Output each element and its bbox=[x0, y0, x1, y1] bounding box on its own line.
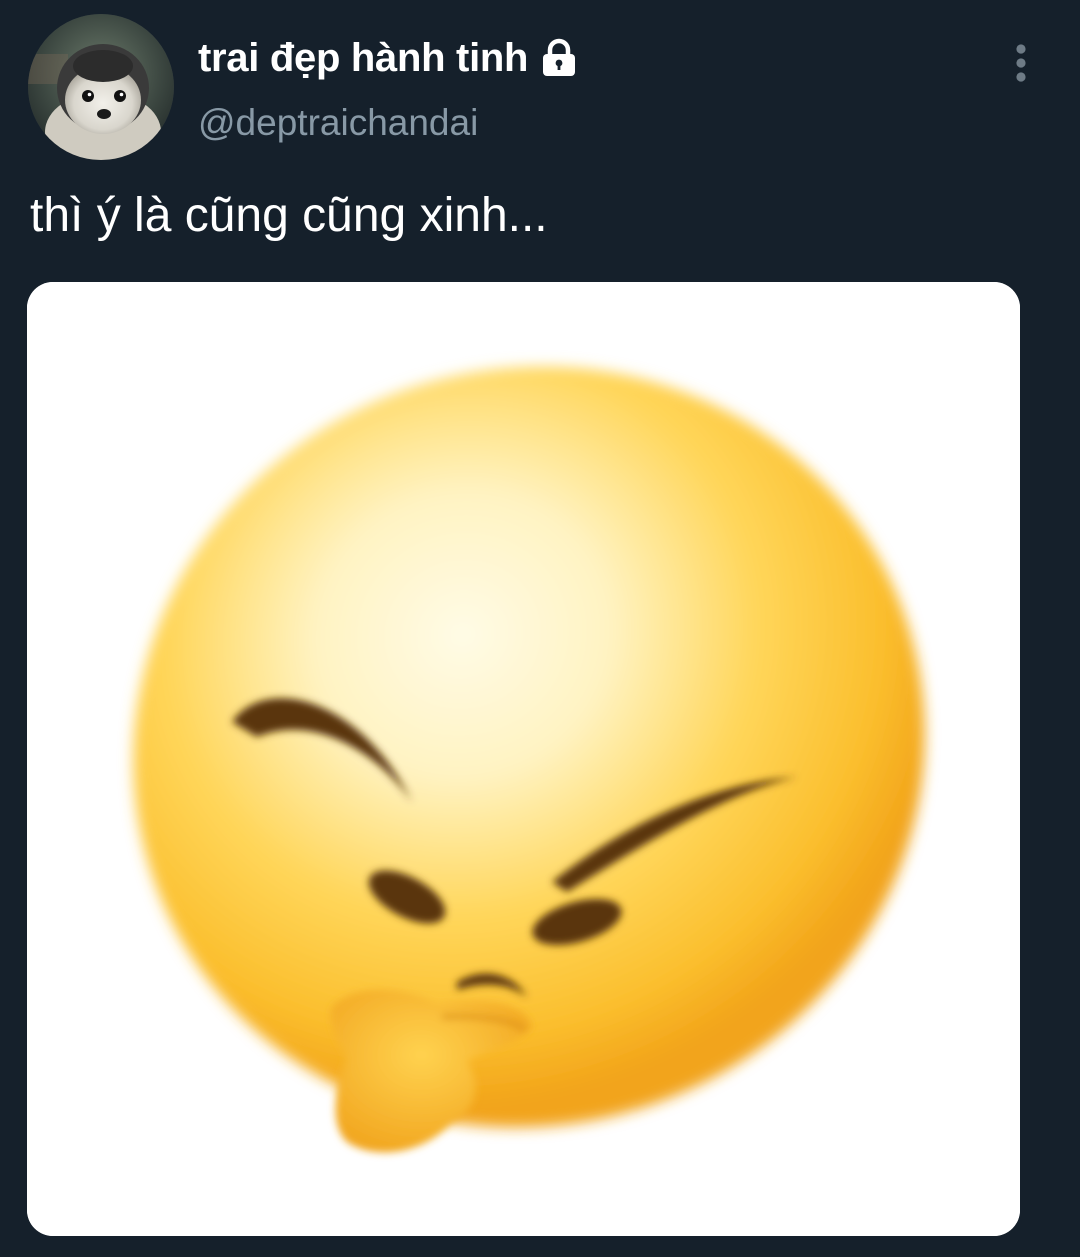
more-vertical-icon bbox=[1016, 44, 1026, 82]
tweet-text: thì ý là cũng cũng xinh... bbox=[30, 189, 548, 242]
user-avatar[interactable] bbox=[28, 14, 174, 160]
more-options-button[interactable] bbox=[1000, 38, 1042, 88]
tweet-media-image[interactable] bbox=[27, 282, 1020, 1236]
author-handle[interactable]: @deptraichandai bbox=[198, 102, 478, 144]
author-display-name[interactable]: trai đẹp hành tinh bbox=[198, 36, 528, 81]
thinking-face-emoji-icon bbox=[27, 282, 1020, 1236]
lock-icon bbox=[538, 37, 580, 79]
tweet-card: trai đẹp hành tinh @deptraichandai thì ý… bbox=[0, 0, 1080, 1257]
penguin-avatar-icon bbox=[28, 14, 174, 160]
author-name-row[interactable]: trai đẹp hành tinh bbox=[198, 30, 580, 86]
